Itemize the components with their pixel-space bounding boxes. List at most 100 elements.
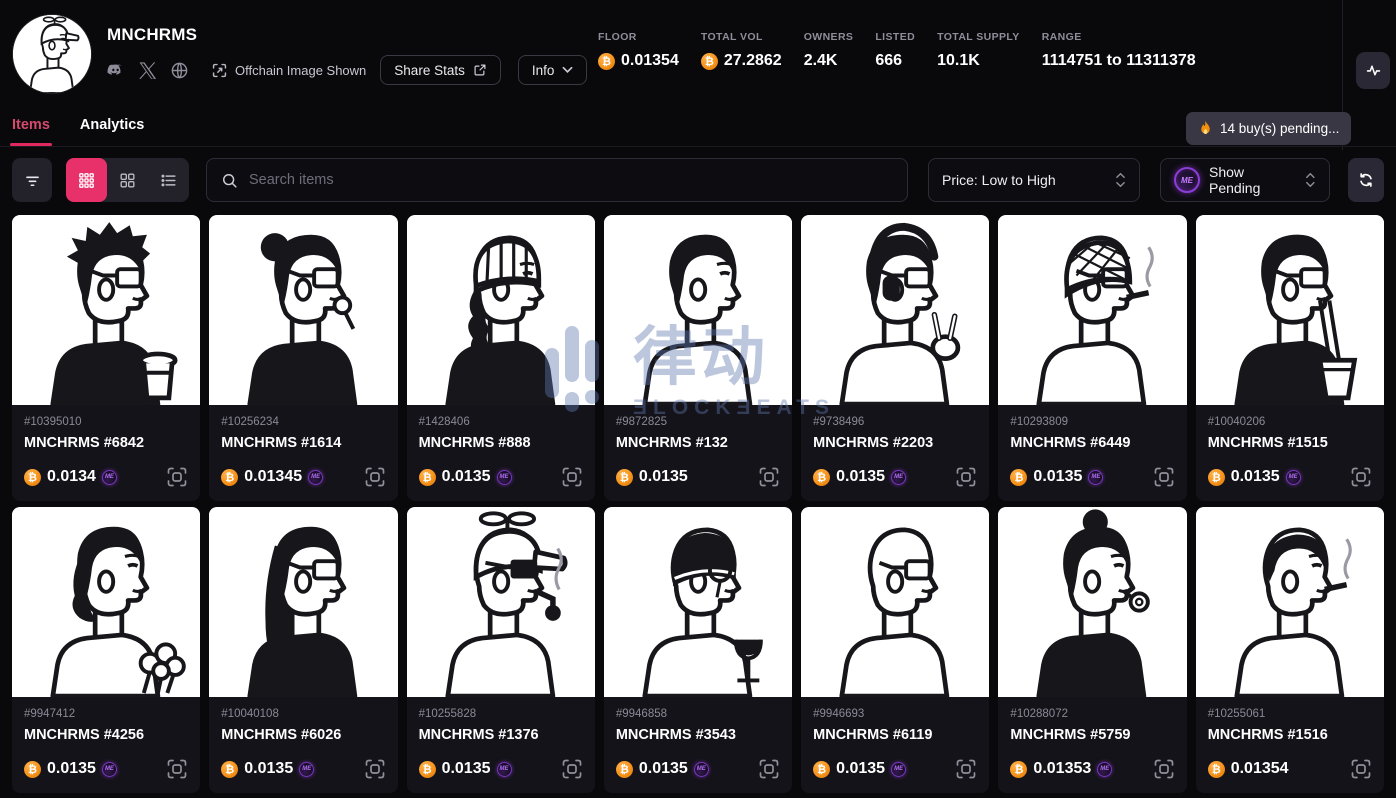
btc-icon: ₿ xyxy=(701,53,718,70)
collection-avatar[interactable] xyxy=(12,14,92,94)
nft-price: 0.01353 xyxy=(1033,760,1091,778)
expand-icon[interactable] xyxy=(1350,758,1372,780)
btc-icon: ₿ xyxy=(221,469,238,486)
btc-icon: ₿ xyxy=(1010,469,1027,486)
info-label: Info xyxy=(532,63,555,78)
share-stats-button[interactable]: Share Stats xyxy=(380,55,501,85)
nft-name: MNCHRMS #5759 xyxy=(1010,727,1174,743)
expand-icon[interactable] xyxy=(166,466,188,488)
expand-icon[interactable] xyxy=(1153,758,1175,780)
expand-icon[interactable] xyxy=(758,758,780,780)
nft-card[interactable]: #10040206 MNCHRMS #1515 ₿ 0.0135 ME xyxy=(1196,215,1384,501)
expand-icon[interactable] xyxy=(955,466,977,488)
nft-name: MNCHRMS #6449 xyxy=(1010,435,1174,451)
magiceden-badge: ME xyxy=(102,762,117,777)
nft-card[interactable]: #1428406 MNCHRMS #888 ₿ 0.0135 ME xyxy=(407,215,595,501)
nft-image[interactable] xyxy=(209,215,397,405)
nft-image[interactable] xyxy=(209,507,397,697)
expand-icon[interactable] xyxy=(1153,466,1175,488)
nft-image[interactable] xyxy=(407,507,595,697)
tab-items[interactable]: Items xyxy=(12,104,50,146)
inscription-number: #10040206 xyxy=(1208,416,1372,428)
nft-card[interactable]: #10293809 MNCHRMS #6449 ₿ 0.0135 ME xyxy=(998,215,1186,501)
search-box xyxy=(206,158,908,202)
nft-image[interactable] xyxy=(1196,507,1384,697)
expand-icon[interactable] xyxy=(364,758,386,780)
stat-total-supply: TOTAL SUPPLY 10.1K xyxy=(937,31,1020,70)
offchain-image-toggle[interactable]: Offchain Image Shown xyxy=(211,62,366,79)
globe-icon[interactable] xyxy=(170,61,189,80)
btc-icon: ₿ xyxy=(221,761,238,778)
nft-card[interactable]: #10395010 MNCHRMS #6842 ₿ 0.0134 ME xyxy=(12,215,200,501)
nft-card[interactable]: #9872825 MNCHRMS #132 ₿ 0.0135 ME xyxy=(604,215,792,501)
nft-price: 0.01354 xyxy=(1231,760,1289,778)
items-toolbar: Price: Low to High ME Show Pending xyxy=(12,158,1384,202)
nft-price: 0.01345 xyxy=(244,468,302,486)
expand-icon[interactable] xyxy=(955,758,977,780)
nft-image[interactable] xyxy=(801,215,989,405)
expand-icon[interactable] xyxy=(364,466,386,488)
inscription-number: #9738496 xyxy=(813,416,977,428)
chevron-updown-icon xyxy=(1305,171,1316,189)
sort-value: Price: Low to High xyxy=(942,172,1056,188)
share-stats-label: Share Stats xyxy=(394,63,465,78)
nft-price: 0.0135 xyxy=(244,760,293,778)
nft-card[interactable]: #10040108 MNCHRMS #6026 ₿ 0.0135 ME xyxy=(209,507,397,793)
refresh-button[interactable] xyxy=(1348,158,1384,202)
nft-price: 0.0135 xyxy=(836,468,885,486)
discord-icon[interactable] xyxy=(106,61,125,80)
nft-image[interactable] xyxy=(407,215,595,405)
nft-price: 0.0135 xyxy=(442,760,491,778)
nft-image[interactable] xyxy=(1196,215,1384,405)
stat-range: RANGE 1114751 to 11311378 xyxy=(1042,31,1196,70)
nft-image[interactable] xyxy=(12,507,200,697)
list-icon xyxy=(159,171,178,190)
nft-image[interactable] xyxy=(998,215,1186,405)
nft-name: MNCHRMS #1614 xyxy=(221,435,385,451)
nft-image[interactable] xyxy=(604,215,792,405)
expand-icon[interactable] xyxy=(561,758,583,780)
inscription-number: #10256234 xyxy=(221,416,385,428)
info-button[interactable]: Info xyxy=(518,55,588,85)
nft-card[interactable]: #9947412 MNCHRMS #4256 ₿ 0.0135 ME xyxy=(12,507,200,793)
view-grid-large-button[interactable] xyxy=(107,158,148,202)
nft-price: 0.0135 xyxy=(1033,468,1082,486)
view-list-button[interactable] xyxy=(148,158,189,202)
tab-analytics[interactable]: Analytics xyxy=(80,104,144,146)
grid-large-icon xyxy=(118,171,137,190)
magiceden-badge: ME xyxy=(694,762,709,777)
filter-button[interactable] xyxy=(12,158,52,202)
chevron-updown-icon xyxy=(1115,171,1126,189)
view-grid-small-button[interactable] xyxy=(66,158,107,202)
nft-card[interactable]: #10255061 MNCHRMS #1516 ₿ 0.01354 ME xyxy=(1196,507,1384,793)
activity-pulse-button[interactable] xyxy=(1356,52,1390,89)
pending-buys-badge[interactable]: 14 buy(s) pending... xyxy=(1186,112,1351,145)
nft-price: 0.0135 xyxy=(639,760,688,778)
pending-filter-select[interactable]: ME Show Pending xyxy=(1160,158,1330,202)
fire-icon xyxy=(1198,120,1213,137)
btc-icon: ₿ xyxy=(813,469,830,486)
nft-card[interactable]: #9946858 MNCHRMS #3543 ₿ 0.0135 ME xyxy=(604,507,792,793)
expand-icon[interactable] xyxy=(561,466,583,488)
magiceden-badge: ME xyxy=(1088,470,1103,485)
nft-image[interactable] xyxy=(801,507,989,697)
nft-image[interactable] xyxy=(604,507,792,697)
btc-icon: ₿ xyxy=(813,761,830,778)
sort-select[interactable]: Price: Low to High xyxy=(928,158,1140,202)
nft-card[interactable]: #9946693 MNCHRMS #6119 ₿ 0.0135 ME xyxy=(801,507,989,793)
expand-icon[interactable] xyxy=(758,466,780,488)
nft-card[interactable]: #10256234 MNCHRMS #1614 ₿ 0.01345 ME xyxy=(209,215,397,501)
x-icon[interactable] xyxy=(138,61,157,80)
view-mode-group xyxy=(66,158,189,202)
magiceden-badge: ME xyxy=(891,762,906,777)
nft-image[interactable] xyxy=(12,215,200,405)
search-input[interactable] xyxy=(249,172,893,188)
nft-card[interactable]: #9738496 MNCHRMS #2203 ₿ 0.0135 ME xyxy=(801,215,989,501)
nft-card[interactable]: #10288072 MNCHRMS #5759 ₿ 0.01353 ME xyxy=(998,507,1186,793)
expand-icon[interactable] xyxy=(1350,466,1372,488)
expand-icon[interactable] xyxy=(166,758,188,780)
nft-image[interactable] xyxy=(998,507,1186,697)
share-icon xyxy=(473,63,487,77)
nft-name: MNCHRMS #6842 xyxy=(24,435,188,451)
nft-card[interactable]: #10255828 MNCHRMS #1376 ₿ 0.0135 ME xyxy=(407,507,595,793)
